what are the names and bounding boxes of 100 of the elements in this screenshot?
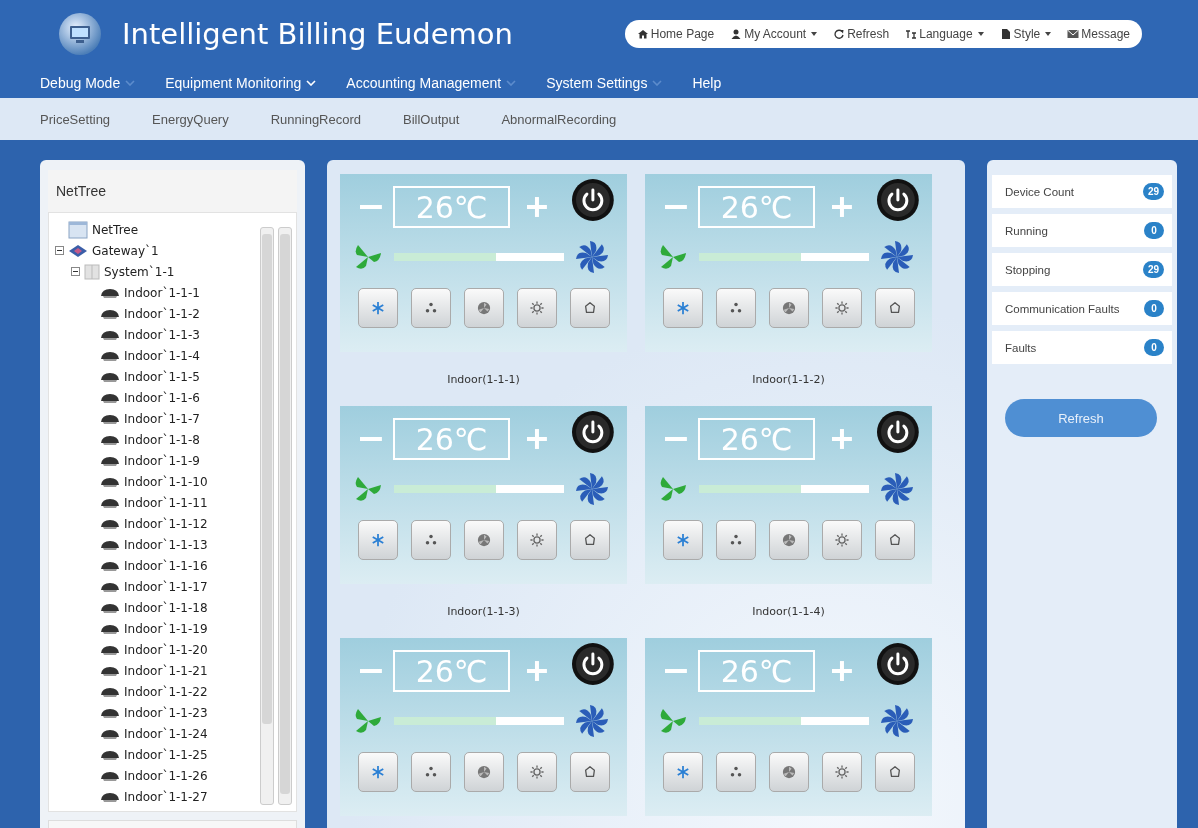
mode-button[interactable] [822,288,862,328]
menu-item[interactable]: System Settings [546,75,663,91]
power-button-icon[interactable] [876,178,920,222]
menu-item[interactable]: Accounting Management [346,75,517,91]
submenu-link[interactable]: BillOutput [403,111,460,127]
mode-button[interactable] [358,288,398,328]
collapse-icon[interactable] [55,246,64,255]
sun-icon [835,765,849,779]
mode-button[interactable] [875,520,915,560]
tree-item[interactable]: Indoor`1-1-3 [124,327,200,342]
mode-button[interactable] [358,752,398,792]
mode-button[interactable] [716,520,756,560]
tree-item[interactable]: Indoor`1-1-20 [124,642,208,657]
menu-item[interactable]: Equipment Monitoring [165,75,317,91]
menu-item[interactable]: Help [692,75,722,91]
tree-item[interactable]: Indoor`1-1-24 [124,726,208,741]
submenu-link[interactable]: PriceSetting [40,111,111,127]
plus-icon[interactable] [527,429,548,449]
toolbar-link[interactable]: Home Page [636,27,715,41]
tree-item[interactable]: Indoor`1-1-12 [124,516,208,531]
tree-item[interactable]: Indoor`1-1-25 [124,747,208,762]
mode-button[interactable] [411,752,451,792]
mode-button[interactable] [875,752,915,792]
tree-item[interactable]: Indoor`1-1-6 [124,390,200,405]
power-button-icon[interactable] [571,178,615,222]
tree-item[interactable]: Indoor`1-1-5 [124,369,200,384]
mode-button[interactable] [769,752,809,792]
power-button-icon[interactable] [876,642,920,686]
toolbar-link[interactable]: Message [1067,27,1130,41]
mode-button[interactable] [464,752,504,792]
tree-item[interactable]: Indoor`1-1-8 [124,432,200,447]
tree-item[interactable]: Indoor`1-1-13 [124,537,208,552]
mode-button[interactable] [663,288,703,328]
submenu-link[interactable]: AbnormalRecording [501,111,617,127]
mode-button[interactable] [411,520,451,560]
tree-item[interactable]: Indoor`1-1-26 [124,768,208,783]
mode-button[interactable] [517,288,557,328]
mode-button[interactable] [411,288,451,328]
fan-speed-slider[interactable] [394,717,564,725]
power-button-icon[interactable] [571,642,615,686]
toolbar-link[interactable]: Language [905,27,984,41]
tree-item[interactable]: Indoor`1-1-23 [124,705,208,720]
mode-button[interactable] [464,520,504,560]
mode-button[interactable] [822,520,862,560]
tree-item[interactable]: Indoor`1-1-16 [124,558,208,573]
mode-button[interactable] [822,752,862,792]
menu-item[interactable]: Debug Mode [40,75,136,91]
mode-button[interactable] [769,520,809,560]
mode-button[interactable] [716,752,756,792]
tree-item[interactable]: System`1-1 [104,264,175,279]
plus-icon[interactable] [832,429,853,449]
fan-speed-slider[interactable] [394,253,564,261]
mode-button[interactable] [570,752,610,792]
mode-button[interactable] [663,520,703,560]
fan-speed-slider[interactable] [699,253,869,261]
collapse-icon[interactable] [71,267,80,276]
tree-item[interactable]: Indoor`1-1-17 [124,579,208,594]
scrollbar[interactable] [260,227,274,805]
mode-button[interactable] [716,288,756,328]
tree-item[interactable]: Indoor`1-1-7 [124,411,200,426]
tree-item[interactable]: Indoor`1-1-27 [124,789,208,804]
mode-button[interactable] [570,288,610,328]
power-button-icon[interactable] [876,410,920,454]
mode-button[interactable] [517,752,557,792]
tree-item[interactable]: NetTree [92,222,139,237]
toolbar-link[interactable]: Refresh [833,27,890,41]
scrollbar[interactable] [278,227,292,805]
plus-icon[interactable] [832,661,853,681]
fan-speed-slider[interactable] [699,717,869,725]
fan-icon [477,533,491,547]
tree-item[interactable]: Gateway`1 [92,243,159,258]
plus-icon[interactable] [832,197,853,217]
mode-button[interactable] [464,288,504,328]
tree-item[interactable]: Indoor`1-1-22 [124,684,208,699]
toolbar-link[interactable]: My Account [730,27,818,41]
count-badge: 0 [1144,339,1164,356]
tree-item[interactable]: Indoor`1-1-21 [124,663,208,678]
tree-item[interactable]: Indoor`1-1-11 [124,495,208,510]
tree-item[interactable]: Indoor`1-1-19 [124,621,208,636]
fan-speed-slider[interactable] [394,485,564,493]
mode-button[interactable] [517,520,557,560]
tree-item[interactable]: Indoor`1-1-2 [124,306,200,321]
tree-item[interactable]: Indoor`1-1-4 [124,348,200,363]
tree-item[interactable]: Indoor`1-1-10 [124,474,208,489]
fan-speed-slider[interactable] [699,485,869,493]
submenu-link[interactable]: EnergyQuery [152,111,229,127]
plus-icon[interactable] [527,197,548,217]
mode-button[interactable] [358,520,398,560]
mode-button[interactable] [769,288,809,328]
power-button-icon[interactable] [571,410,615,454]
mode-button[interactable] [875,288,915,328]
tree-item[interactable]: Indoor`1-1-9 [124,453,200,468]
mode-button[interactable] [663,752,703,792]
plus-icon[interactable] [527,661,548,681]
tree-item[interactable]: Indoor`1-1-1 [124,285,200,300]
mode-button[interactable] [570,520,610,560]
submenu-link[interactable]: RunningRecord [270,111,362,127]
tree-item[interactable]: Indoor`1-1-18 [124,600,208,615]
toolbar-link[interactable]: Style [999,27,1052,41]
snowflake-icon [371,765,385,779]
